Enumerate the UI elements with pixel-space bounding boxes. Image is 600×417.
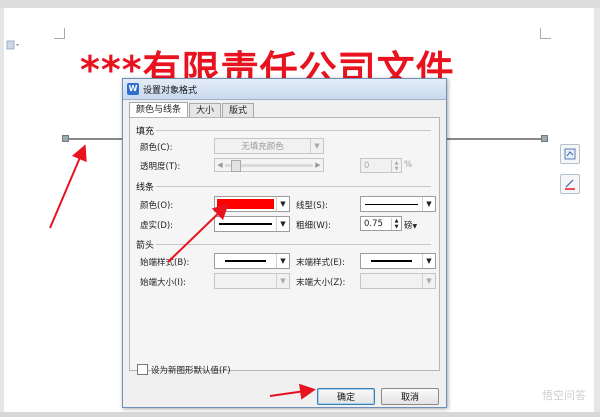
spinner-arrows-icon[interactable]: ▲ ▼ [391,217,401,230]
chevron-down-icon: ▼ [276,217,289,231]
dash-label: 虚实(D): [140,221,174,231]
line-handle-end[interactable] [541,135,548,142]
line-style-dropdown[interactable]: ▼ [360,196,436,212]
begin-style-dropdown[interactable]: ▼ [214,253,290,269]
transparency-slider[interactable]: ◀ ▶ [214,158,324,172]
tab-size[interactable]: 大小 [189,103,222,118]
transparency-spinner[interactable]: 0 ▲ ▼ [360,158,402,173]
annotation-arrow-to-line [49,144,87,229]
end-size-dropdown[interactable]: ▼ [360,273,436,289]
arrows-group-divider [156,244,431,245]
dash-dropdown[interactable]: ▼ [214,216,290,232]
fill-group-divider [156,130,431,131]
dialog-tabs: 颜色与线条 大小 版式 [129,102,255,118]
begin-size-dropdown[interactable]: ▼ [214,273,290,289]
cancel-button[interactable]: 取消 [381,388,439,405]
weight-label: 粗细(W): [296,221,331,231]
transparency-slider-thumb[interactable] [231,159,241,172]
bottom-scrollbar[interactable] [0,412,600,417]
page-corner-mark [540,28,551,39]
format-object-dialog: W 设置对象格式 颜色与线条 大小 版式 填充 颜色(C): 无填充颜色 ▼ 透… [122,78,447,408]
pen-line-icon [565,179,575,190]
line-group-divider [156,186,431,187]
left-margin [0,8,4,417]
unit-dropdown-icon: ▼ [412,223,418,230]
arrows-group-label: 箭头 [136,241,155,251]
set-default-checkbox[interactable] [137,364,148,375]
line-handle-start[interactable] [62,135,69,142]
transparency-label: 透明度(T): [140,162,181,172]
chevron-down-icon: ▼ [310,139,323,153]
fill-group-label: 填充 [136,127,155,137]
selected-line-right[interactable] [445,138,545,140]
line-color-swatch [217,199,274,209]
ok-button[interactable]: 确定 [317,388,375,405]
end-style-label: 末端样式(E): [296,258,345,268]
weight-value: 0.75 [364,218,383,229]
line-color-dropdown[interactable]: ▼ [214,196,290,212]
line-style-preview [365,203,418,205]
set-default-label: 设为新图形默认值(F) [151,366,231,376]
tab-panel-color-and-lines: 填充 颜色(C): 无填充颜色 ▼ 透明度(T): ◀ ▶ 0 ▲ ▼ % 线条 … [129,117,440,371]
slider-right-arrow-icon: ▶ [315,161,321,169]
fill-color-value: 无填充颜色 [241,142,284,152]
weight-unit[interactable]: 磅▼ [404,219,417,231]
chevron-down-icon: ▼ [276,254,289,268]
page-corner-mark [54,28,65,39]
tab-layout[interactable]: 版式 [222,103,255,118]
fill-color-label: 颜色(C): [140,143,173,153]
chevron-down-icon: ▼ [422,197,435,211]
layout-icon [564,148,576,160]
paste-options-icon[interactable] [6,40,20,50]
selected-line-left[interactable] [66,138,122,140]
end-style-preview [371,260,412,262]
transparency-value: 0 [364,160,370,171]
shape-style-button[interactable] [560,174,580,194]
slider-left-arrow-icon: ◀ [217,161,223,169]
transparency-unit: % [404,160,413,170]
watermark: 悟空问答 [542,389,586,402]
dash-preview [219,223,272,225]
end-style-dropdown[interactable]: ▼ [360,253,436,269]
end-size-label: 末端大小(Z): [296,278,346,288]
line-group-label: 线条 [136,183,155,193]
right-margin [594,8,600,417]
wps-app-icon: W [127,83,139,95]
begin-style-preview [225,260,266,262]
window-top-strip [0,0,600,8]
weight-spinner[interactable]: 0.75 ▲ ▼ [360,216,402,231]
chevron-down-icon: ▼ [276,197,289,211]
spinner-arrows-icon[interactable]: ▲ ▼ [391,159,401,172]
tab-color-and-lines[interactable]: 颜色与线条 [129,102,189,118]
dialog-title: 设置对象格式 [143,86,198,96]
chevron-down-icon: ▼ [422,254,435,268]
line-style-label: 线型(S): [296,201,328,211]
dialog-titlebar[interactable]: W 设置对象格式 [123,79,446,100]
begin-size-label: 始端大小(I): [140,278,187,288]
layout-options-button[interactable] [560,144,580,164]
chevron-down-icon: ▼ [422,274,435,288]
chevron-down-icon: ▼ [276,274,289,288]
fill-color-dropdown[interactable]: 无填充颜色 ▼ [214,138,324,154]
line-color-label: 颜色(O): [140,201,174,211]
begin-style-label: 始端样式(B): [140,258,190,268]
